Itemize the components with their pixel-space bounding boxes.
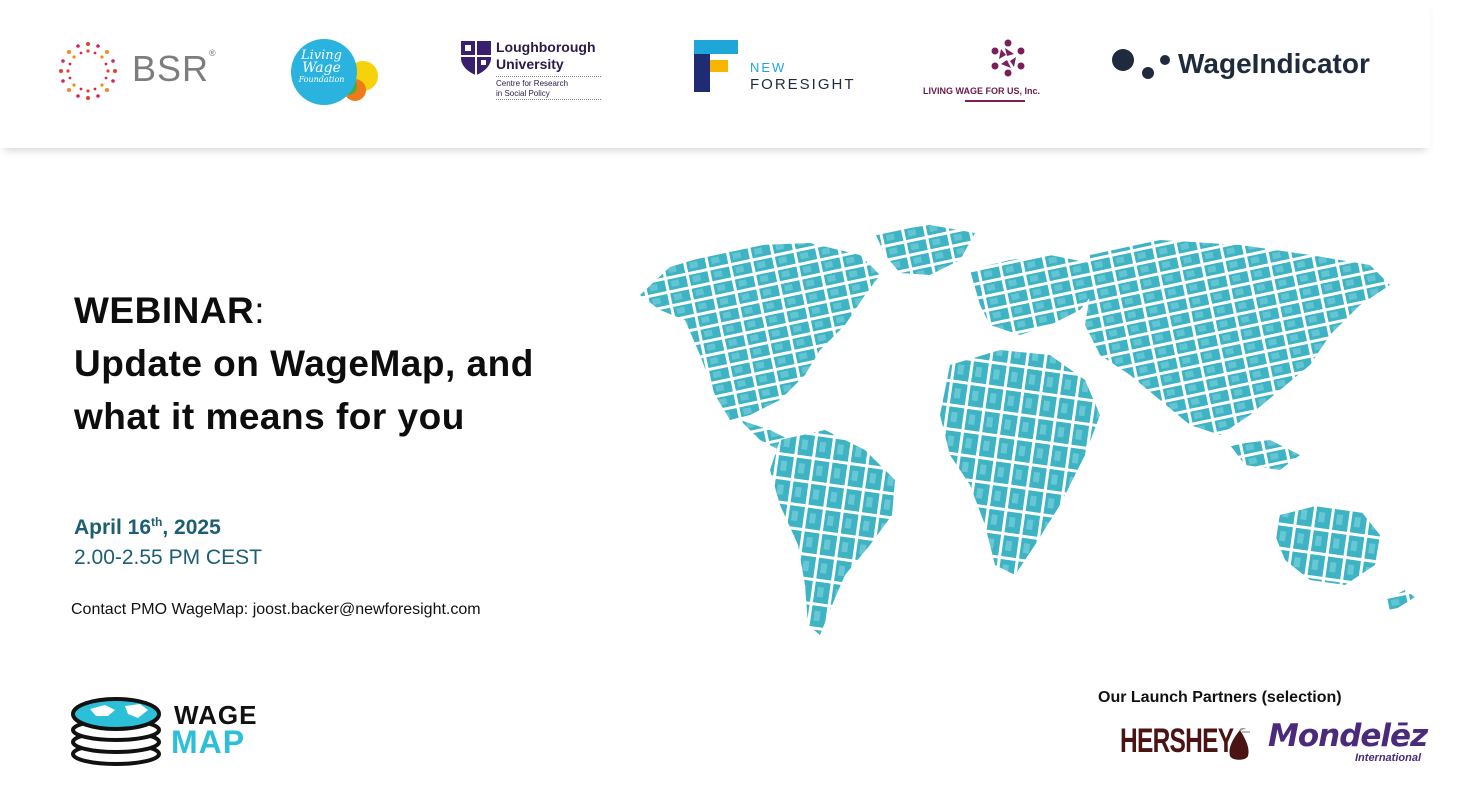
south-america-shape: [770, 430, 895, 635]
loughborough-centre-text: Centre for Research in Social Policy: [496, 76, 601, 99]
asia-shape: [1085, 240, 1390, 435]
event-date: April 16th, 2025: [74, 515, 221, 539]
headline-webinar: WEBINAR: [74, 290, 255, 331]
globe-stack-icon: [71, 697, 161, 766]
sunburst-dots-icon: [59, 42, 117, 100]
mondelez-logo: Mondelēz: [1268, 718, 1428, 754]
living-wage-foundation-logo: Living Wage Foundation: [288, 38, 383, 108]
living-wage-foundation-text: Living Wage Foundation: [298, 48, 345, 84]
australia-shape: [1275, 505, 1380, 585]
mondelez-international: International: [1355, 752, 1422, 764]
north-america-shape: [640, 243, 880, 420]
headline-colon: :: [254, 290, 266, 331]
europe-shape: [970, 255, 1100, 335]
hershey-logo: HERSHEY: [1120, 722, 1234, 760]
loughborough-name-line1: Loughborough: [496, 39, 596, 55]
new-zealand-shape: [1385, 590, 1415, 613]
people-circle-icon: [991, 39, 1025, 77]
event-time: 2.00-2.55 PM CEST: [74, 546, 262, 569]
divider: [496, 99, 601, 100]
headline-line3: what it means for you: [74, 396, 465, 437]
new-foresight-foresight: FORESIGHT: [750, 76, 856, 93]
greenland-shape: [875, 225, 975, 275]
new-foresight-logo: NEW FORESIGHT: [694, 40, 864, 95]
partner-logo-bar: BSR® Living Wage Foundation Loughborough…: [0, 0, 1430, 148]
wagemap-word-map: MAP: [171, 724, 246, 760]
contact-info: Contact PMO WageMap: joost.backer@newfor…: [71, 601, 481, 618]
loughborough-name-line2: University: [496, 56, 564, 72]
f-mark-icon: [694, 40, 738, 92]
southeast-asia-shape: [1230, 440, 1300, 470]
africa-shape: [940, 350, 1100, 575]
living-wage-for-us-text: LIVING WAGE FOR US, Inc.: [923, 86, 1041, 96]
wage-indicator-logo: WageIndicator: [1110, 44, 1380, 84]
living-wage-for-us-logo: LIVING WAGE FOR US, Inc.: [920, 36, 1060, 106]
wage-indicator-wordmark: WageIndicator: [1178, 48, 1370, 79]
world-map-graphic: [640, 225, 1415, 635]
wagemap-logo: WAGE MAP: [70, 692, 270, 767]
kiss-icon: [1229, 728, 1250, 760]
three-dots-icon: [1112, 49, 1170, 79]
loughborough-university-logo: Loughborough University Centre for Resea…: [460, 39, 610, 106]
bsr-wordmark: BSR®: [132, 48, 217, 89]
new-foresight-new: NEW: [750, 60, 787, 75]
launch-partners-label: Our Launch Partners (selection): [1098, 689, 1342, 706]
webinar-headline: WEBINAR: Update on WageMap, and what it …: [74, 284, 634, 443]
crest-icon: [461, 41, 491, 75]
underline: [965, 100, 1025, 102]
bsr-logo: BSR®: [55, 40, 225, 102]
headline-line2: Update on WageMap, and: [74, 343, 534, 384]
